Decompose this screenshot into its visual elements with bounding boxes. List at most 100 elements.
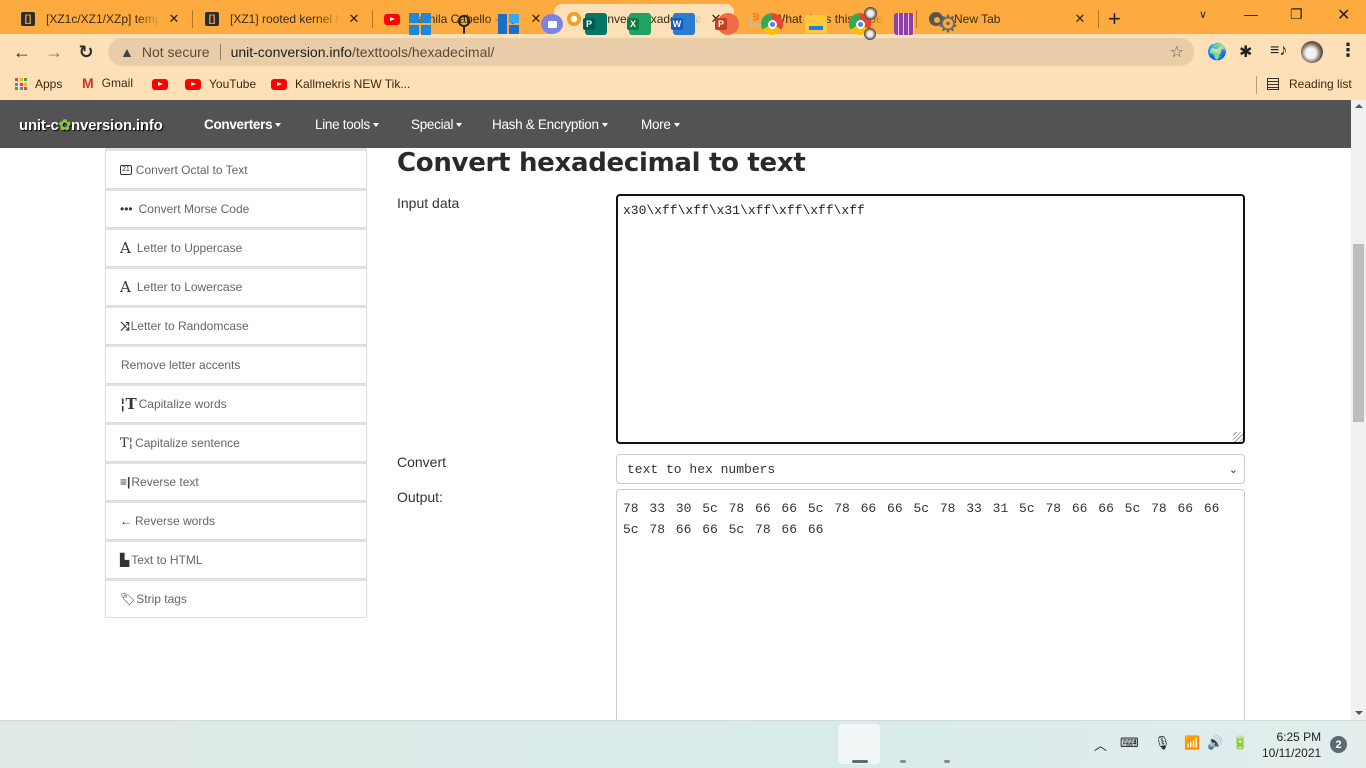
media-control-icon[interactable]: ≡♪ — [1270, 42, 1287, 60]
battery-charging-icon[interactable]: 🔋 — [1232, 735, 1248, 751]
teams-chat-icon[interactable] — [540, 12, 564, 36]
new-tab-button[interactable]: + — [1108, 6, 1121, 32]
site-logo[interactable]: unit-c✿nversion.info — [19, 116, 163, 134]
close-tab-icon[interactable]: ✕ — [166, 11, 182, 27]
nav-more[interactable]: More — [641, 117, 680, 132]
scroll-up-arrow-icon[interactable] — [1355, 104, 1363, 108]
close-window-button[interactable]: ✕ — [1337, 5, 1350, 25]
nav-label: Hash & Encryption — [492, 117, 599, 132]
hex-input-textarea[interactable]: x30\xff\xff\x31\xff\xff\xff\xff — [616, 194, 1245, 444]
sidebar-item-label: Letter to Randomcase — [130, 319, 249, 333]
bookmark-star-icon[interactable]: ☆ — [1170, 42, 1184, 62]
search-icon[interactable]: ⚲ — [452, 11, 476, 36]
sidebar-item-randomcase[interactable]: ⤨ Letter to Randomcase — [105, 306, 367, 345]
nav-hash-encryption[interactable]: Hash & Encryption — [492, 117, 608, 132]
download-manager-icon[interactable]: 🌍 — [1207, 42, 1227, 62]
reload-button[interactable]: ↻ — [74, 40, 98, 64]
microphone-icon[interactable]: 🎙 — [1154, 735, 1171, 751]
wifi-icon[interactable]: 📶 — [1184, 735, 1200, 751]
system-clock[interactable]: 6:25 PM 10/11/2021 — [1262, 729, 1321, 761]
sidebar-item-strip-tags[interactable]: 🏷 Strip tags — [105, 579, 367, 618]
close-tab-icon[interactable]: ✕ — [346, 11, 362, 27]
back-button[interactable]: ← — [10, 40, 34, 64]
publisher-icon[interactable]: P — [583, 12, 608, 36]
start-button[interactable] — [408, 12, 432, 36]
security-label[interactable]: Not secure — [142, 44, 210, 60]
sidebar-item-capitalize-sentence[interactable]: T¦ Capitalize sentence — [105, 423, 367, 462]
bookmark-gmail[interactable]: M Gmail — [82, 75, 133, 91]
caret-down-icon — [372, 123, 379, 128]
scrollbar-thumb[interactable] — [1353, 244, 1364, 422]
shuffle-icon: ⤨ — [120, 318, 130, 333]
powerpoint-icon[interactable]: P — [715, 12, 740, 36]
sidebar-item-uppercase[interactable]: A Letter to Uppercase — [105, 228, 367, 267]
sidebar-item-capitalize-words[interactable]: ¦T Capitalize words — [105, 384, 367, 423]
address-bar[interactable]: ▲ Not secure unit-conversion.info /textt… — [108, 38, 1194, 66]
sidebar-item-label: Text to HTML — [131, 553, 203, 567]
reading-list-button[interactable]: Reading list — [1267, 77, 1352, 91]
active-app-highlight — [838, 724, 880, 764]
minimize-button[interactable]: — — [1244, 6, 1258, 22]
align-reverse-icon: ≡| — [120, 475, 131, 489]
sidebar-item-label: Capitalize words — [138, 397, 227, 411]
arrow-left-icon: ← — [120, 514, 132, 528]
file-explorer-icon[interactable] — [804, 12, 828, 36]
letter-a-icon: A — [120, 278, 131, 296]
page-scrollbar[interactable] — [1351, 100, 1366, 720]
widgets-icon[interactable] — [496, 12, 520, 36]
gmail-icon: M — [82, 75, 94, 91]
bookmark-label: Apps — [35, 77, 63, 91]
tray-overflow-chevron-icon[interactable]: ︿ — [1094, 735, 1107, 754]
notification-badge[interactable]: 2 — [1330, 736, 1347, 753]
sidebar-item-octal-to-text[interactable]: 21 Convert Octal to Text — [105, 148, 367, 189]
nav-special[interactable]: Special — [411, 117, 463, 132]
volume-icon[interactable]: 🔊 — [1207, 735, 1223, 751]
bookmark-label: YouTube — [209, 77, 257, 91]
sidebar-item-morse-code[interactable]: ••• Convert Morse Code — [105, 189, 367, 228]
browser-tab[interactable]: [] [XZ1c/XZ1/XZp] temp ✕ — [8, 4, 192, 34]
convert-mode-select[interactable]: text to hex numbers ⌄ — [616, 454, 1245, 484]
menu-kebab-icon[interactable]: ⋮ — [1339, 40, 1357, 61]
running-indicator — [900, 760, 906, 763]
touch-keyboard-icon[interactable]: ⌨ — [1120, 735, 1139, 751]
forward-button[interactable]: → — [42, 40, 66, 64]
url-host[interactable]: unit-conversion.info — [231, 44, 352, 60]
mixer-app-icon[interactable] — [892, 12, 916, 36]
tab-search-icon[interactable]: ∨ — [1199, 8, 1207, 21]
clock-date: 10/11/2021 — [1262, 746, 1322, 760]
restore-button[interactable]: ❐ — [1290, 6, 1303, 23]
settings-gear-icon[interactable]: ⚙ — [936, 11, 960, 38]
url-path[interactable]: /texttools/hexadecimal/ — [352, 44, 494, 60]
sidebar-item-reverse-text[interactable]: ≡| Reverse text — [105, 462, 367, 501]
sidebar-item-remove-accents[interactable]: Remove letter accents — [105, 345, 367, 384]
output-textarea[interactable]: 78 33 30 5c 78 66 66 5c 78 66 66 5c 78 3… — [616, 489, 1245, 729]
sidebar-item-lowercase[interactable]: A Letter to Lowercase — [105, 267, 367, 306]
nav-converters[interactable]: Converters — [204, 117, 282, 132]
resize-handle-icon[interactable] — [1233, 432, 1243, 442]
close-tab-icon[interactable]: ✕ — [1072, 11, 1088, 27]
site-navbar: unit-c✿nversion.info Converters Line too… — [0, 100, 1351, 148]
nav-line-tools[interactable]: Line tools — [315, 117, 379, 132]
sidebar-item-label: Reverse text — [131, 475, 199, 489]
sidebar-item-label: Remove letter accents — [121, 358, 241, 372]
sidebar-item-text-to-html[interactable]: ▙ Text to HTML — [105, 540, 367, 579]
profile-avatar[interactable] — [1301, 41, 1323, 63]
convert-mode-value: text to hex numbers — [627, 461, 776, 477]
scroll-down-arrow-icon[interactable] — [1355, 711, 1363, 715]
xda-icon: [] — [204, 11, 220, 27]
bookmark-kallmekris[interactable]: Kallmekris NEW Tik... — [271, 77, 410, 91]
extensions-puzzle-icon[interactable]: ✱ — [1239, 42, 1252, 62]
sidebar-item-label: Letter to Uppercase — [136, 241, 243, 255]
browser-tab[interactable]: [] [XZ1] rooted kernel hi ✕ — [192, 4, 372, 34]
bookmark-apps[interactable]: Apps — [15, 77, 62, 91]
tools-sidebar: 21 Convert Octal to Text ••• Convert Mor… — [105, 148, 367, 618]
bookmark-youtube-icon-only[interactable] — [152, 79, 176, 90]
bookmark-youtube[interactable]: YouTube — [185, 77, 256, 91]
chrome-icon[interactable] — [760, 12, 784, 36]
excel-icon[interactable]: X — [627, 12, 652, 36]
page-title: Convert hexadecimal to text — [397, 148, 806, 178]
sidebar-item-reverse-words[interactable]: ← Reverse words — [105, 501, 367, 540]
warning-icon[interactable]: ▲ — [120, 44, 134, 60]
word-icon[interactable]: W — [671, 12, 696, 36]
chrome-profile-icon[interactable] — [848, 7, 877, 40]
